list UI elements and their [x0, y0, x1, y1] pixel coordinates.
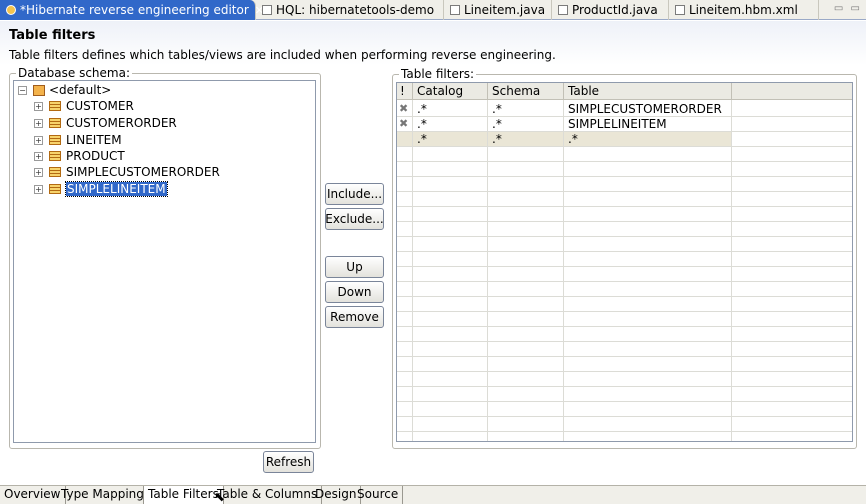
- refresh-button[interactable]: Refresh: [263, 451, 314, 473]
- expand-icon[interactable]: +: [34, 167, 43, 177]
- hql-icon: [262, 5, 272, 15]
- tab-label: HQL: hibernatetools-demo: [276, 3, 435, 17]
- schema-cell: .*: [492, 117, 502, 131]
- table-row[interactable]: ✖ .* .* SIMPLELINEITEM: [397, 117, 852, 132]
- include-button[interactable]: Include...: [325, 183, 384, 205]
- section-header: Table filters Table filters defines whic…: [0, 21, 866, 65]
- tree-item-label: CUSTOMER: [66, 99, 134, 113]
- expand-icon[interactable]: +: [34, 101, 43, 111]
- catalog-cell: .*: [417, 102, 427, 116]
- table-icon: [49, 101, 61, 111]
- catalog-cell: .*: [417, 117, 427, 131]
- tab-label: Lineitem.java: [464, 3, 546, 17]
- table-row-highlighted[interactable]: .* .* .*: [397, 132, 852, 147]
- exclude-button[interactable]: Exclude...: [325, 208, 384, 230]
- tab-lineitem-java[interactable]: Lineitem.java: [444, 0, 552, 20]
- expand-icon[interactable]: +: [34, 184, 43, 194]
- database-schema-legend: Database schema:: [16, 66, 132, 80]
- down-button[interactable]: Down: [325, 281, 384, 303]
- tab-source[interactable]: Source: [353, 486, 404, 504]
- tree-root-label: <default>: [49, 83, 112, 97]
- tab-label: Lineitem.hbm.xml: [689, 3, 798, 17]
- table-header: ! Catalog Schema Table: [397, 83, 852, 100]
- tab-reverse-engineering-editor[interactable]: *Hibernate reverse engineering editor ✕: [0, 0, 264, 20]
- column-header-flag[interactable]: !: [397, 83, 413, 100]
- hibernate-icon: [6, 5, 16, 15]
- catalog-cell: .*: [413, 132, 487, 146]
- tab-table-filters[interactable]: Table Filters: [143, 486, 224, 504]
- tab-overview[interactable]: Overview: [0, 486, 66, 504]
- up-button[interactable]: Up: [325, 256, 384, 278]
- tab-type-mappings[interactable]: Type Mappings: [57, 486, 156, 504]
- tree-item-label: CUSTOMERORDER: [66, 116, 177, 130]
- editor-tab-bar: *Hibernate reverse engineering editor ✕ …: [0, 0, 866, 20]
- schema-cell: .*: [488, 132, 563, 146]
- tree-item-label: SIMPLECUSTOMERORDER: [66, 165, 220, 179]
- database-icon: [33, 84, 45, 96]
- tab-productid-java[interactable]: ProductId.java: [552, 0, 669, 20]
- tree-item-label-selected: SIMPLELINEITEM: [65, 181, 168, 197]
- column-header-schema[interactable]: Schema: [488, 83, 564, 100]
- expand-icon[interactable]: +: [34, 151, 43, 161]
- tree-item-lineitem[interactable]: + LINEITEM: [34, 132, 122, 148]
- table-filters-grid[interactable]: ! Catalog Schema Table ✖ .* .* SIMPLECUS…: [396, 82, 853, 442]
- table-icon: [49, 184, 61, 194]
- table-filters-legend: Table filters:: [399, 67, 477, 81]
- tree-item-customer[interactable]: + CUSTOMER: [34, 98, 134, 114]
- tree-item-label: LINEITEM: [66, 133, 122, 147]
- exclude-flag-icon: ✖: [399, 102, 409, 115]
- mouse-cursor-icon: ⬉: [214, 490, 225, 504]
- tab-table-columns[interactable]: Table & Columns: [213, 486, 323, 504]
- xml-file-icon: [675, 5, 685, 15]
- table-cell: .*: [564, 132, 731, 146]
- flag-cell: [397, 132, 412, 146]
- schema-tree[interactable]: − <default> + CUSTOMER + CUSTOMERORDER +…: [13, 80, 316, 443]
- table-cell: SIMPLECUSTOMERORDER: [568, 102, 722, 116]
- table-icon: [49, 118, 61, 128]
- tree-item-product[interactable]: + PRODUCT: [34, 148, 125, 164]
- tab-label: ProductId.java: [572, 3, 658, 17]
- tab-label: *Hibernate reverse engineering editor: [20, 3, 249, 17]
- expand-icon[interactable]: +: [34, 118, 43, 128]
- table-icon: [49, 135, 61, 145]
- table-icon: [49, 151, 61, 161]
- expand-icon[interactable]: +: [34, 135, 43, 145]
- java-file-icon: [558, 5, 568, 15]
- remove-button[interactable]: Remove: [325, 306, 384, 328]
- page-tab-bar: Overview Type Mappings Table Filters Tab…: [0, 485, 866, 504]
- page-description: Table filters defines which tables/views…: [9, 48, 556, 62]
- schema-cell: .*: [492, 102, 502, 116]
- exclude-flag-icon: ✖: [399, 117, 409, 130]
- window-controls[interactable]: ▭ ▭: [834, 3, 862, 14]
- tree-root-default[interactable]: − <default>: [18, 82, 111, 98]
- column-header-table[interactable]: Table: [564, 83, 732, 100]
- page-title: Table filters: [9, 28, 96, 43]
- collapse-icon[interactable]: −: [18, 85, 27, 95]
- java-file-icon: [450, 5, 460, 15]
- tree-item-simplelineitem[interactable]: + SIMPLELINEITEM: [34, 181, 168, 197]
- tree-item-label: PRODUCT: [66, 149, 125, 163]
- tree-item-customerorder[interactable]: + CUSTOMERORDER: [34, 115, 177, 131]
- tree-item-simplecustomerorder[interactable]: + SIMPLECUSTOMERORDER: [34, 164, 220, 180]
- column-header-catalog[interactable]: Catalog: [413, 83, 488, 100]
- tab-lineitem-hbm-xml[interactable]: Lineitem.hbm.xml: [669, 0, 819, 20]
- table-row[interactable]: ✖ .* .* SIMPLECUSTOMERORDER: [397, 102, 852, 117]
- table-cell: SIMPLELINEITEM: [568, 117, 667, 131]
- table-icon: [49, 167, 61, 177]
- tab-hql-editor[interactable]: HQL: hibernatetools-demo: [256, 0, 444, 20]
